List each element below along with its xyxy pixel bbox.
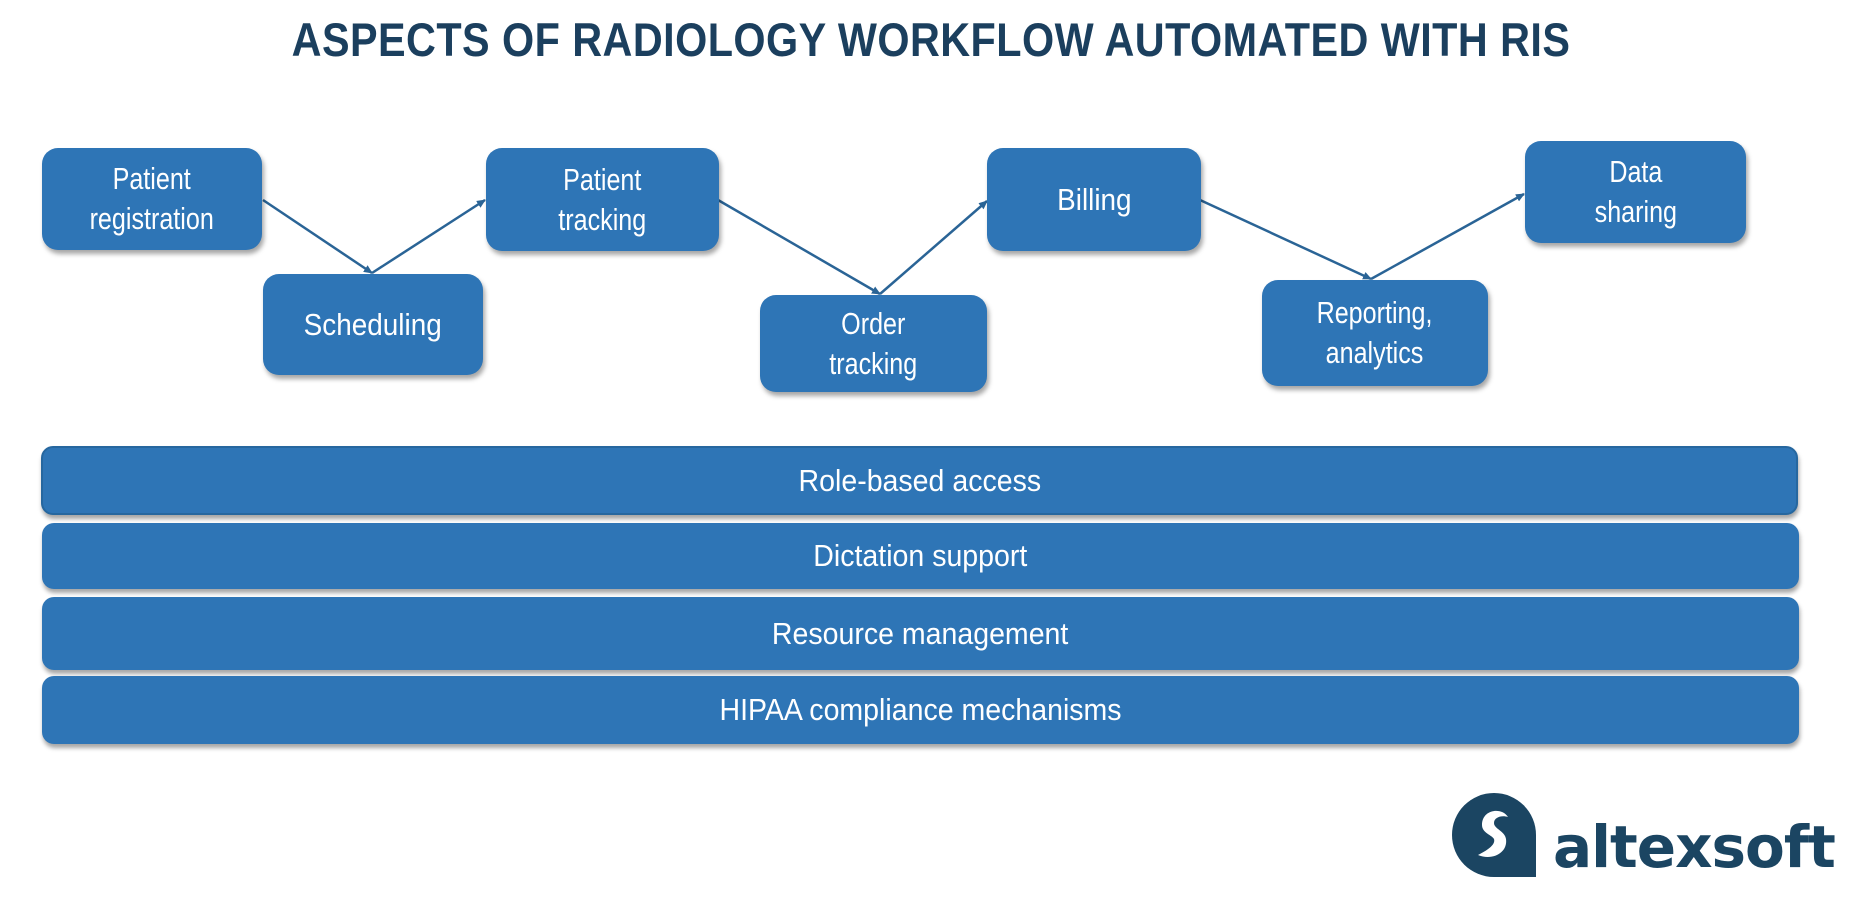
feature-label: Dictation support [813, 538, 1028, 573]
feature-bar-hipaa-compliance: HIPAA compliance mechanisms [42, 676, 1799, 744]
step-label-line: Patient [563, 161, 642, 197]
step-label-line: tracking [558, 201, 647, 237]
step-label-line: Order [841, 305, 906, 341]
altexsoft-logo: altexsoft [1452, 793, 1836, 879]
step-label-line: Reporting, [1317, 295, 1433, 330]
feature-bar-resource-management: Resource management [42, 597, 1799, 670]
step-order-tracking: Order tracking [760, 295, 987, 392]
step-scheduling: Scheduling [263, 274, 483, 375]
feature-label: Resource management [772, 615, 1069, 651]
arrow-patient-tracking-to-order-tracking [717, 198, 881, 296]
step-label-line: Billing [1056, 181, 1132, 217]
step-label-line: Data [1608, 154, 1663, 189]
step-patient-registration: Patient registration [42, 148, 262, 250]
step-label-line: Scheduling [303, 306, 443, 342]
step-data-sharing: Data sharing [1525, 141, 1746, 243]
feature-bar-dictation-support: Dictation support [42, 523, 1799, 589]
feature-label: Role-based access [798, 462, 1041, 498]
step-reporting-analytics: Reporting, analytics [1262, 280, 1488, 386]
arrow-order-tracking-to-billing [879, 200, 988, 295]
feature-label: HIPAA compliance mechanisms [719, 692, 1122, 727]
step-label-line: Patient [112, 161, 192, 196]
altexsoft-logo-icon [1452, 793, 1536, 877]
step-label-line: tracking [829, 345, 918, 381]
step-label-line: sharing [1594, 194, 1677, 229]
step-billing: Billing [987, 148, 1201, 251]
arrow-scheduling-to-patient-tracking [371, 198, 486, 275]
arrow-reporting-to-data-sharing [1370, 192, 1525, 281]
altexsoft-logo-text: altexsoft [1553, 813, 1836, 881]
step-label-line: registration [89, 201, 215, 236]
arrow-registration-to-scheduling [262, 198, 373, 275]
arrow-billing-to-reporting [1199, 198, 1372, 281]
step-label-line: analytics [1326, 335, 1424, 370]
feature-bar-role-based-access: Role-based access [41, 446, 1798, 515]
step-patient-tracking: Patient tracking [486, 148, 719, 251]
